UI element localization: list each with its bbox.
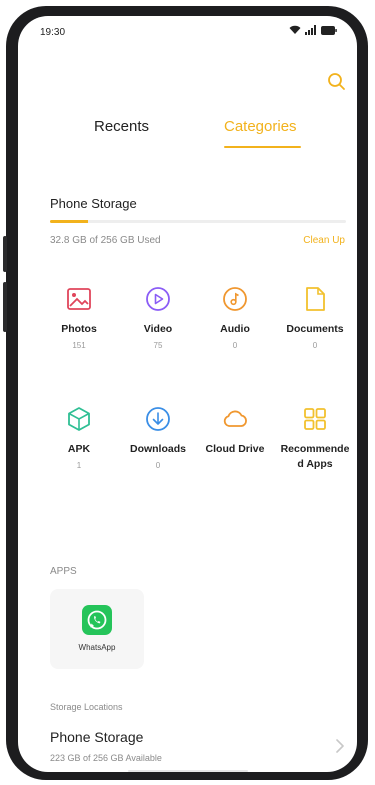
- category-label: APK: [67, 443, 91, 455]
- storage-location-available: 223 GB of 256 GB Available: [50, 753, 162, 763]
- category-count: 0: [155, 461, 161, 470]
- status-bar: 19:30: [18, 16, 357, 48]
- category-downloads[interactable]: Downloads 0: [123, 406, 193, 470]
- storage-location-name: Phone Storage: [50, 729, 144, 745]
- whatsapp-icon: [82, 605, 112, 635]
- volume-button: [3, 282, 7, 332]
- photos-icon: [67, 288, 91, 310]
- grid-icon: [304, 408, 326, 430]
- category-count: 75: [153, 341, 163, 350]
- tab-bar: Recents Categories: [18, 112, 357, 152]
- storage-locations-title: Storage Locations: [50, 702, 123, 712]
- category-label: Downloads: [129, 443, 186, 455]
- category-video[interactable]: Video 75: [123, 286, 193, 350]
- category-count: 151: [72, 341, 86, 350]
- screen: 19:30 Recents Categories Phone Storage 3…: [18, 16, 357, 772]
- home-indicator: [128, 770, 248, 772]
- storage-used-text: 32.8 GB of 256 GB Used: [50, 235, 161, 246]
- app-whatsapp[interactable]: WhatsApp: [50, 589, 144, 669]
- category-recommended-apps[interactable]: Recommended Apps: [280, 406, 350, 476]
- storage-title: Phone Storage: [50, 196, 137, 211]
- category-count: 1: [76, 461, 82, 470]
- category-label: Documents: [286, 323, 344, 335]
- category-label: Recommended Apps: [280, 443, 350, 470]
- category-cloud-drive[interactable]: Cloud Drive: [200, 406, 270, 461]
- tab-recents[interactable]: Recents: [94, 118, 149, 135]
- category-audio[interactable]: Audio 0: [200, 286, 270, 350]
- document-icon: [306, 287, 325, 311]
- category-count: 0: [312, 341, 318, 350]
- volume-button: [3, 236, 7, 272]
- storage-progress-fill: [50, 220, 88, 223]
- category-apk[interactable]: APK 1: [44, 406, 114, 470]
- wifi-icon: [289, 25, 301, 34]
- download-icon: [146, 407, 170, 431]
- active-tab-indicator: [224, 146, 301, 148]
- status-icons: [289, 25, 337, 35]
- category-count: 0: [232, 341, 238, 350]
- tab-categories[interactable]: Categories: [224, 118, 297, 135]
- audio-icon: [223, 287, 247, 311]
- category-photos[interactable]: Photos 151: [44, 286, 114, 350]
- status-time: 19:30: [40, 27, 66, 38]
- apk-icon: [68, 407, 90, 431]
- category-documents[interactable]: Documents 0: [280, 286, 350, 350]
- category-label: Cloud Drive: [205, 443, 265, 455]
- chevron-right-icon: [336, 739, 344, 753]
- signal-icon: [305, 25, 316, 35]
- search-icon: [328, 73, 345, 90]
- storage-location-phone[interactable]: Phone Storage 223 GB of 256 GB Available: [18, 721, 357, 769]
- storage-progress-bar: [50, 220, 346, 223]
- clean-up-button[interactable]: Clean Up: [303, 235, 345, 246]
- category-label: Audio: [220, 323, 250, 335]
- cloud-icon: [223, 410, 247, 427]
- search-button[interactable]: [325, 70, 347, 92]
- apps-section-title: APPS: [50, 566, 77, 577]
- category-label: Video: [143, 323, 173, 335]
- app-name: WhatsApp: [78, 643, 116, 652]
- category-label: Photos: [61, 323, 97, 335]
- battery-icon: [321, 25, 337, 35]
- video-icon: [146, 287, 170, 311]
